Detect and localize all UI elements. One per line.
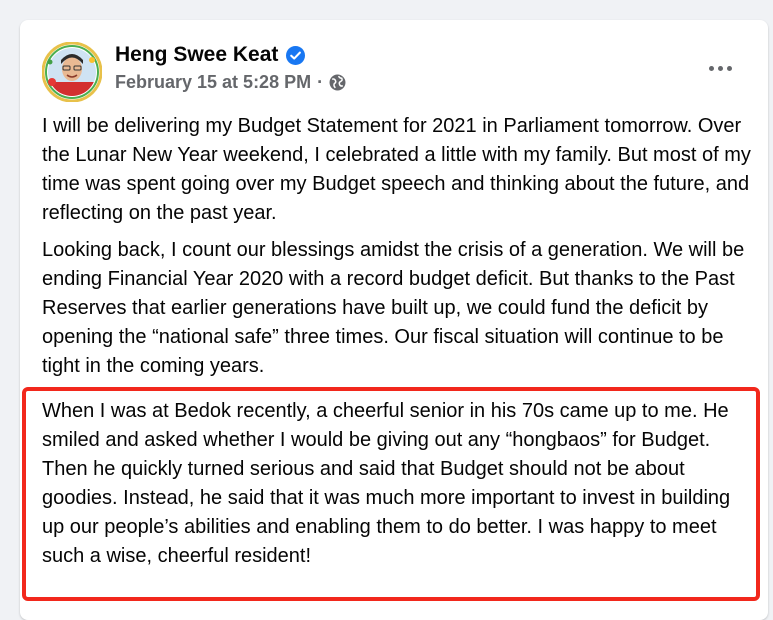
author-avatar[interactable] bbox=[42, 42, 102, 102]
post-timestamp[interactable]: February 15 at 5:28 PM bbox=[115, 72, 311, 93]
post-meta: February 15 at 5:28 PM · bbox=[115, 72, 346, 93]
post-paragraph-highlighted: When I was at Bedok recently, a cheerful… bbox=[42, 400, 731, 567]
post-body: I will be delivering my Budget Statement… bbox=[42, 112, 752, 389]
post-card: Heng Swee Keat February 15 at 5:28 PM · … bbox=[20, 20, 768, 620]
meta-separator: · bbox=[317, 72, 324, 92]
author-name-row: Heng Swee Keat bbox=[115, 42, 306, 68]
verified-badge-icon bbox=[286, 45, 306, 65]
author-name[interactable]: Heng Swee Keat bbox=[115, 42, 278, 68]
globe-icon[interactable] bbox=[329, 74, 346, 91]
more-options-button[interactable] bbox=[702, 56, 738, 80]
more-options-icon bbox=[708, 65, 714, 71]
post-paragraph: I will be delivering my Budget Statement… bbox=[42, 115, 751, 224]
post-paragraph: Looking back, I count our blessings amid… bbox=[42, 239, 745, 377]
